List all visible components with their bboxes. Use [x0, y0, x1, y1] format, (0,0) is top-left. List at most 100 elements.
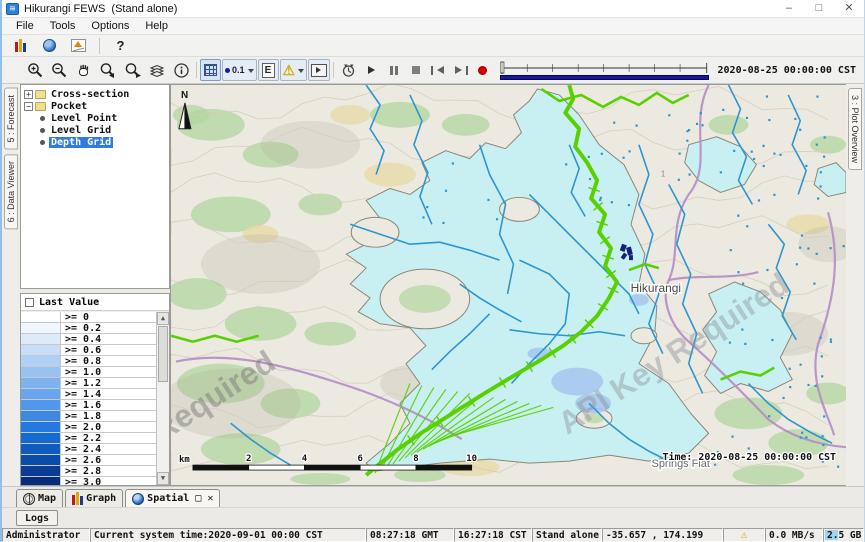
- tree-item-depth-grid[interactable]: Depth Grid: [24, 136, 169, 148]
- zoom-next-button[interactable]: [121, 59, 145, 81]
- time-slider[interactable]: [500, 61, 708, 80]
- scale-tick: 4: [302, 454, 307, 464]
- menu-tools[interactable]: Tools: [42, 20, 84, 32]
- expand-icon[interactable]: +: [24, 90, 33, 99]
- status-memory[interactable]: 2.5 GB: [823, 528, 864, 542]
- tree-item-level-grid[interactable]: Level Grid: [24, 124, 169, 136]
- menu-options[interactable]: Options: [83, 20, 137, 32]
- window-title: Hikurangi FEWS (Stand alone): [24, 3, 177, 15]
- titlebar[interactable]: ≋ Hikurangi FEWS (Stand alone) – □ ✕: [2, 0, 864, 18]
- menu-help[interactable]: Help: [137, 20, 176, 32]
- chevron-down-icon: [298, 69, 304, 76]
- profile-display-button[interactable]: [308, 59, 330, 81]
- legend-label: >= 1.6: [61, 400, 156, 410]
- legend-row[interactable]: >= 2.8: [21, 466, 156, 477]
- close-button[interactable]: ✕: [834, 0, 864, 17]
- road-label: 1: [661, 170, 666, 179]
- stop-button[interactable]: [405, 59, 426, 81]
- legend-toggle-button[interactable]: E: [258, 59, 279, 81]
- memory-label: 2.5 GB: [827, 530, 861, 541]
- panel-close-button[interactable]: ✕: [207, 493, 213, 504]
- zoom-in-button[interactable]: [24, 59, 47, 81]
- tree-item-label-selected: Depth Grid: [49, 137, 113, 148]
- legend-row[interactable]: >= 1.8: [21, 411, 156, 422]
- bullet-icon: [40, 140, 45, 145]
- toolbar-datetime: 2020-08-25 00:00:00 CST: [716, 65, 860, 76]
- last-frame-button[interactable]: [449, 59, 471, 81]
- legend-row[interactable]: >= 0: [21, 312, 156, 323]
- layers-button[interactable]: [146, 59, 169, 81]
- legend-row[interactable]: >= 2.4: [21, 444, 156, 455]
- legend-row[interactable]: >= 0.8: [21, 356, 156, 367]
- first-frame-icon: [431, 66, 444, 75]
- legend-row[interactable]: >= 1.2: [21, 378, 156, 389]
- thresholds-dropdown[interactable]: ⚠: [280, 59, 308, 81]
- legend-panel: Last Value >= 0>= 0.2>= 0.4>= 0.6>= 0.8>…: [20, 293, 170, 486]
- toolbar-separator: [333, 62, 334, 78]
- last-value-checkbox[interactable]: [25, 298, 34, 307]
- scroll-down-icon[interactable]: ▼: [157, 472, 169, 485]
- legend-label: >= 0.8: [61, 356, 156, 366]
- legend-row[interactable]: >= 0.4: [21, 334, 156, 345]
- left-tab-strip: 5 : Forecast 6 : Data Viewer: [2, 84, 20, 486]
- tab-forecast[interactable]: 5 : Forecast: [4, 88, 18, 150]
- map-tab-icon: [23, 493, 35, 505]
- legend-row[interactable]: >= 1.4: [21, 389, 156, 400]
- legend-label: >= 2.6: [61, 455, 156, 465]
- tab-spatial[interactable]: Spatial □ ✕: [125, 489, 220, 507]
- spatial-display-icon: [71, 39, 86, 52]
- map-canvas[interactable]: API Key Required API Key Required Hikura…: [171, 85, 846, 485]
- legend-row[interactable]: >= 1.0: [21, 367, 156, 378]
- collapse-icon[interactable]: −: [24, 102, 33, 111]
- animation-settings-button[interactable]: [337, 59, 360, 81]
- scale-tick: 2: [246, 454, 251, 464]
- status-mode: Stand alone: [532, 528, 602, 542]
- tree-item-level-point[interactable]: Level Point: [24, 112, 169, 124]
- legend-row[interactable]: >= 1.6: [21, 400, 156, 411]
- scroll-up-icon[interactable]: ▲: [157, 312, 169, 325]
- legend-label: >= 3.0: [61, 477, 156, 485]
- contour-interval-dropdown[interactable]: 0.1: [222, 59, 257, 81]
- grid-display-button[interactable]: [200, 59, 221, 81]
- zoom-out-button[interactable]: [48, 59, 71, 81]
- menu-file[interactable]: File: [8, 20, 42, 32]
- legend-scrollbar[interactable]: ▲ ▼: [156, 312, 169, 485]
- maximize-button[interactable]: □: [804, 0, 834, 17]
- legend-row[interactable]: >= 0.2: [21, 323, 156, 334]
- time-slider-thumb[interactable]: [501, 62, 504, 73]
- legend-row[interactable]: >= 2.6: [21, 455, 156, 466]
- legend-row[interactable]: >= 2.0: [21, 422, 156, 433]
- record-button[interactable]: [472, 59, 493, 81]
- legend-row[interactable]: >= 2.2: [21, 433, 156, 444]
- status-warning[interactable]: ⚠: [723, 528, 765, 542]
- tab-plot-overview[interactable]: 3 : Plot Overview: [848, 88, 862, 170]
- scrollbar-thumb[interactable]: [158, 326, 168, 382]
- minimize-button[interactable]: –: [774, 0, 804, 17]
- pan-button[interactable]: [72, 59, 95, 81]
- map-display-button[interactable]: [39, 35, 60, 57]
- stop-icon: [412, 66, 420, 74]
- info-button[interactable]: [170, 59, 193, 81]
- first-frame-button[interactable]: [427, 59, 448, 81]
- help-button[interactable]: ?: [110, 35, 131, 57]
- pause-button[interactable]: [383, 59, 404, 81]
- tab-graph[interactable]: Graph: [65, 489, 123, 507]
- logs-row: Logs: [2, 507, 864, 528]
- legend-row[interactable]: >= 0.6: [21, 345, 156, 356]
- legend-row[interactable]: >= 3.0: [21, 477, 156, 485]
- zoom-next-icon: [124, 62, 142, 79]
- tab-graph-label: Graph: [86, 493, 116, 504]
- status-bar: Administrator Current system time:2020-0…: [2, 528, 864, 542]
- tree-item-pocket[interactable]: − Pocket: [24, 100, 169, 112]
- play-button[interactable]: [361, 59, 382, 81]
- logs-button[interactable]: Logs: [16, 510, 58, 526]
- tree-item-cross-section[interactable]: + Cross-section: [24, 88, 169, 100]
- legend-swatch: [21, 411, 61, 421]
- panel-maximize-button[interactable]: □: [195, 493, 201, 504]
- tab-data-viewer[interactable]: 6 : Data Viewer: [4, 154, 18, 229]
- tab-map[interactable]: Map: [16, 489, 63, 507]
- legend-swatch: [21, 312, 61, 322]
- spatial-display-button[interactable]: [68, 35, 89, 57]
- logs-panel-button[interactable]: [10, 35, 31, 57]
- zoom-previous-button[interactable]: [96, 59, 120, 81]
